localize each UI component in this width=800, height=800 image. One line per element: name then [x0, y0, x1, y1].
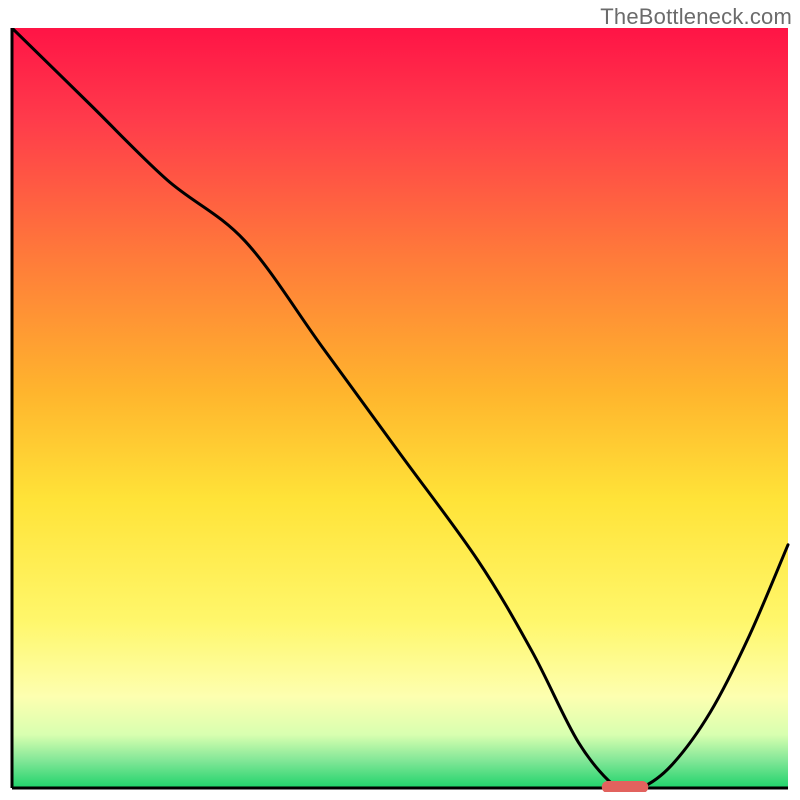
bottleneck-chart: [8, 28, 792, 792]
optimum-marker: [602, 781, 649, 792]
chart-container: TheBottleneck.com: [0, 0, 800, 800]
watermark-label: TheBottleneck.com: [600, 4, 792, 30]
